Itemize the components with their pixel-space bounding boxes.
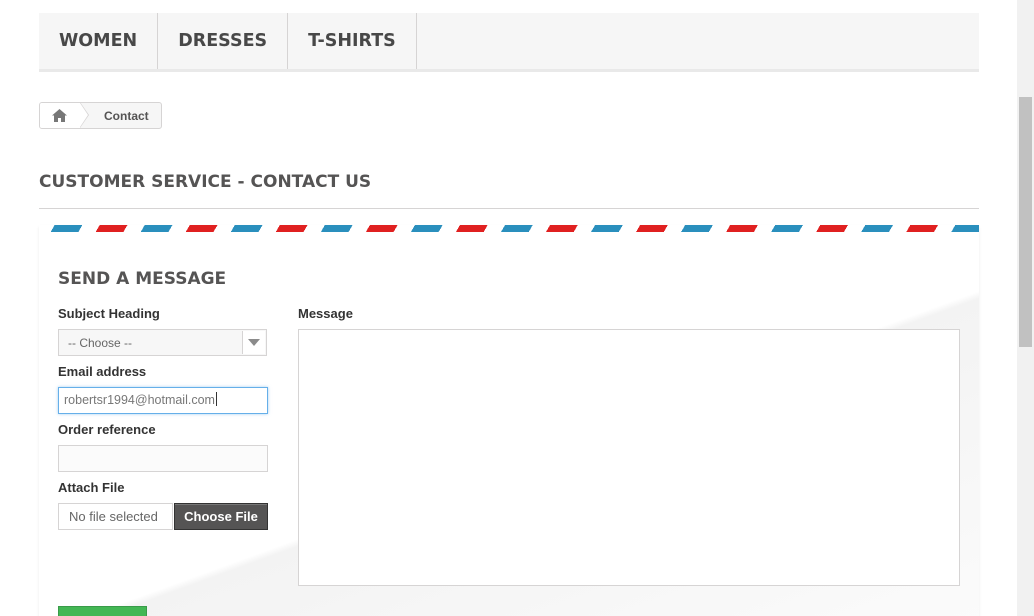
form-title: SEND A MESSAGE: [58, 269, 227, 289]
message-textarea[interactable]: [298, 329, 960, 586]
page-title: CUSTOMER SERVICE - CONTACT US: [39, 170, 979, 209]
page: { "menu": { "items": [ {"label": "WOMEN"…: [0, 0, 1034, 616]
send-button[interactable]: [58, 606, 147, 616]
home-icon: [51, 109, 67, 122]
text-cursor: [215, 392, 217, 406]
breadcrumb-current: Contact: [104, 108, 149, 123]
choose-file-button[interactable]: Choose File: [174, 503, 268, 530]
airmail-border: [39, 225, 979, 232]
select-arrow-button[interactable]: [242, 331, 265, 354]
subject-label: Subject Heading: [58, 306, 160, 321]
order-reference-field[interactable]: [58, 445, 268, 472]
order-reference-label: Order reference: [58, 422, 156, 437]
top-menu: WOMEN DRESSES T-SHIRTS: [39, 13, 979, 72]
subject-select-value: -- Choose --: [68, 335, 133, 350]
chevron-down-icon: [248, 339, 260, 346]
email-field[interactable]: robertsr1994@hotmail.com: [58, 387, 268, 414]
subject-select[interactable]: -- Choose --: [58, 329, 267, 356]
file-status: No file selected: [58, 503, 173, 530]
menu-item-women[interactable]: WOMEN: [39, 13, 159, 69]
email-field-value: robertsr1994@hotmail.com: [64, 393, 215, 407]
breadcrumb: Contact: [39, 102, 162, 129]
menu-item-t-shirts[interactable]: T-SHIRTS: [288, 13, 417, 69]
breadcrumb-home-link[interactable]: [40, 103, 89, 128]
message-label: Message: [298, 306, 353, 321]
attach-file-label: Attach File: [58, 480, 125, 495]
email-label: Email address: [58, 364, 147, 379]
menu-item-dresses[interactable]: DRESSES: [158, 13, 289, 69]
contact-form-box: SEND A MESSAGE Subject Heading -- Choose…: [39, 225, 979, 616]
scrollbar-thumb[interactable]: [1019, 97, 1032, 347]
